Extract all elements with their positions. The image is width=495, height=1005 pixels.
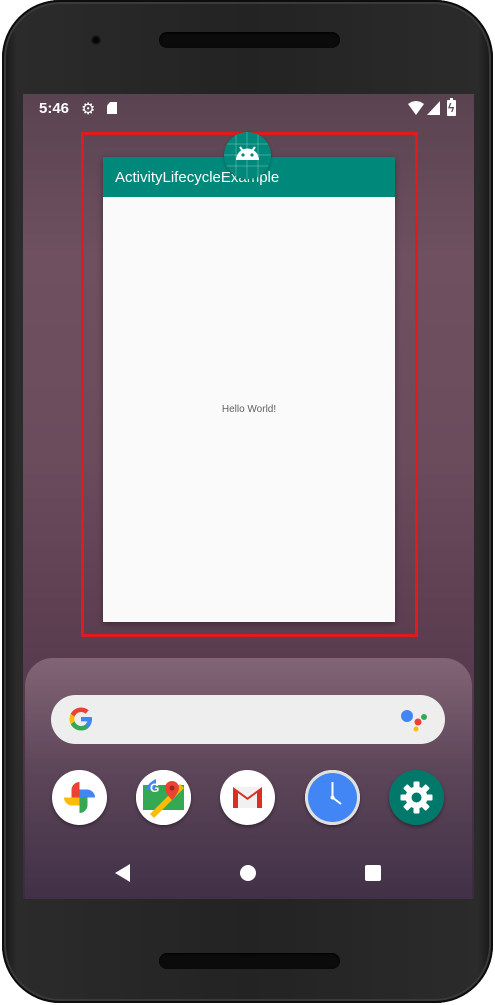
front-camera: [91, 35, 101, 45]
recents-button[interactable]: [365, 865, 381, 881]
navigation-bar: [23, 846, 474, 899]
svg-text:G: G: [150, 781, 159, 795]
earpiece-speaker: [159, 32, 340, 48]
battery-charging-icon: ϟ: [447, 98, 456, 116]
google-maps-icon[interactable]: G: [136, 770, 191, 825]
recents-app-card[interactable]: ActivityLifecycleExample Hello World!: [103, 157, 395, 622]
bottom-speaker: [159, 953, 340, 969]
clock-icon[interactable]: [305, 770, 360, 825]
status-bar: 5:46 ⚙ ϟ: [23, 94, 474, 124]
google-photos-icon[interactable]: [52, 770, 107, 825]
settings-icon[interactable]: [389, 770, 444, 825]
back-button[interactable]: [115, 864, 130, 882]
signal-icon: [427, 101, 440, 115]
google-search-bar[interactable]: [51, 695, 445, 744]
google-g-icon: [69, 707, 92, 731]
hello-text: Hello World!: [221, 404, 277, 415]
screen: 5:46 ⚙ ϟ ActivityLifecycleExample Hello …: [23, 94, 474, 899]
wifi-icon: [408, 101, 424, 115]
status-time: 5:46: [39, 100, 70, 117]
settings-icon: ⚙: [81, 101, 96, 118]
google-assistant-icon[interactable]: [400, 708, 428, 732]
sd-card-icon: [107, 102, 117, 114]
android-icon[interactable]: [224, 132, 271, 179]
gmail-icon[interactable]: [220, 770, 275, 825]
home-button[interactable]: [240, 865, 256, 881]
